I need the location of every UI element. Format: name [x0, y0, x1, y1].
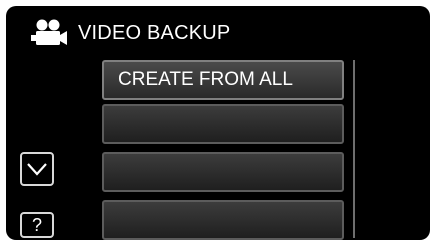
help-label: ?: [31, 215, 42, 235]
video-camera-icon: [31, 19, 67, 45]
menu-item-3: [102, 152, 344, 192]
scroll-down-button[interactable]: [20, 152, 54, 186]
menu-screen: VIDEO BACKUP CREATE FROM ALL ?: [6, 6, 430, 240]
screen-header: VIDEO BACKUP: [30, 16, 230, 50]
menu-item-2: [102, 104, 344, 144]
scrollbar[interactable]: [353, 60, 355, 238]
menu-item-label: CREATE FROM ALL: [118, 69, 293, 90]
chevron-down-icon: [27, 163, 47, 176]
menu-item-4: [102, 200, 344, 240]
menu-item-create-from-all[interactable]: CREATE FROM ALL: [102, 60, 344, 100]
help-button[interactable]: ?: [20, 212, 54, 238]
screen-title: VIDEO BACKUP: [78, 21, 231, 44]
